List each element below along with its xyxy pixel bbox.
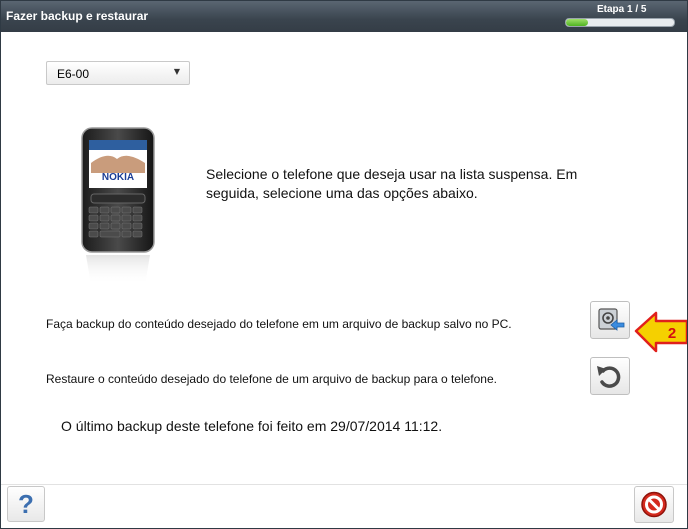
step-indicator: Etapa 1 / 5 [597,4,647,15]
cancel-icon [641,491,667,518]
backup-restore-window: Fazer backup e restaurar Etapa 1 / 5 E6-… [0,0,688,529]
phone-image: NOKIA [81,127,155,285]
wizard-progress-bar [565,18,675,27]
annotation-number: 2 [668,325,676,342]
restore-icon [597,366,621,388]
footer-divider [1,484,687,485]
phone-brand-text: NOKIA [102,172,134,183]
help-button[interactable]: ? [7,486,45,522]
cancel-button[interactable] [634,486,674,523]
phone-select-value: E6-00 [57,67,90,81]
window-title: Fazer backup e restaurar [6,9,149,23]
wizard-progress-fill [566,19,588,26]
title-bar: Fazer backup e restaurar Etapa 1 / 5 [1,1,687,32]
restore-button[interactable] [590,357,630,395]
chevron-down-icon: ▼ [173,67,180,76]
help-icon: ? [18,489,34,519]
backup-option-label: Faça backup do conteúdo desejado do tele… [46,317,512,331]
last-backup-info: O último backup deste telefone foi feito… [61,418,443,434]
annotation-arrow: 2 [634,311,687,353]
backup-button[interactable] [590,301,630,339]
phone-select-dropdown[interactable]: E6-00 ▼ [46,61,190,85]
restore-option-label: Restaure o conteúdo desejado do telefone… [46,372,497,386]
backup-to-pc-icon [598,308,625,331]
instruction-text: Selecione o telefone que deseja usar na … [206,166,578,201]
